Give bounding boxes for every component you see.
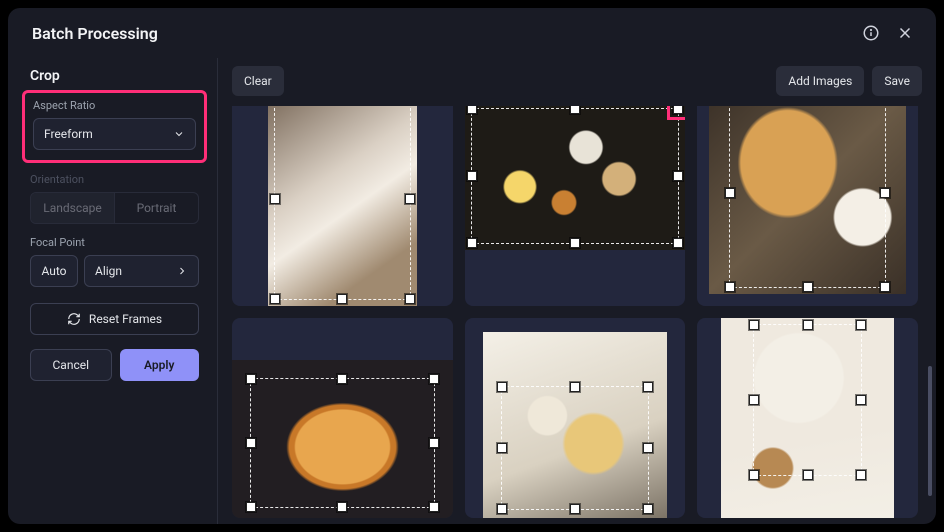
image-card[interactable] bbox=[697, 106, 918, 306]
crop-handle[interactable] bbox=[856, 395, 866, 405]
crop-frame[interactable] bbox=[471, 108, 680, 244]
focal-align-button[interactable]: Align bbox=[84, 255, 199, 287]
crop-handle[interactable] bbox=[337, 502, 347, 512]
crop-handle[interactable] bbox=[570, 106, 580, 114]
crop-handle[interactable] bbox=[467, 238, 477, 248]
main-toolbar: Clear Add Images Save bbox=[218, 58, 936, 106]
crop-handle[interactable] bbox=[673, 238, 683, 248]
orientation-landscape[interactable]: Landscape bbox=[31, 193, 115, 223]
focal-point-field: Focal Point Auto Align bbox=[30, 236, 199, 287]
crop-handle[interactable] bbox=[337, 294, 347, 304]
header-icons bbox=[860, 22, 916, 44]
aspect-ratio-highlight: Aspect Ratio Freeform bbox=[22, 90, 207, 163]
image-card[interactable] bbox=[232, 106, 453, 306]
dialog-title: Batch Processing bbox=[32, 24, 860, 43]
aspect-ratio-value: Freeform bbox=[44, 127, 93, 141]
close-icon[interactable] bbox=[894, 22, 916, 44]
focal-point-label: Focal Point bbox=[30, 236, 199, 249]
crop-frame[interactable] bbox=[501, 386, 650, 510]
crop-handle[interactable] bbox=[803, 320, 813, 330]
crop-handle[interactable] bbox=[246, 374, 256, 384]
crop-handle[interactable] bbox=[270, 194, 280, 204]
crop-handle[interactable] bbox=[429, 438, 439, 448]
crop-frame[interactable] bbox=[274, 106, 411, 300]
crop-handle[interactable] bbox=[673, 171, 683, 181]
dialog-header: Batch Processing bbox=[8, 8, 936, 58]
crop-handle[interactable] bbox=[497, 443, 507, 453]
focal-auto-button[interactable]: Auto bbox=[30, 255, 78, 287]
crop-handle[interactable] bbox=[643, 443, 653, 453]
image-grid-wrap bbox=[218, 106, 936, 524]
crop-handle[interactable] bbox=[246, 502, 256, 512]
reset-frames-label: Reset Frames bbox=[89, 312, 162, 326]
crop-handle[interactable] bbox=[570, 504, 580, 514]
crop-handle[interactable] bbox=[270, 294, 280, 304]
crop-handle[interactable] bbox=[467, 171, 477, 181]
save-button[interactable]: Save bbox=[872, 66, 922, 96]
crop-handle[interactable] bbox=[570, 382, 580, 392]
reset-frames-button[interactable]: Reset Frames bbox=[30, 303, 199, 335]
image-card[interactable] bbox=[465, 106, 686, 306]
crop-handle[interactable] bbox=[337, 374, 347, 384]
orientation-field: Orientation Landscape Portrait bbox=[30, 173, 199, 224]
aspect-ratio-label: Aspect Ratio bbox=[33, 99, 196, 112]
info-icon[interactable] bbox=[860, 22, 882, 44]
add-images-button[interactable]: Add Images bbox=[776, 66, 864, 96]
sidebar-title: Crop bbox=[30, 68, 199, 84]
crop-handle[interactable] bbox=[725, 282, 735, 292]
crop-frame[interactable] bbox=[729, 106, 886, 288]
image-card[interactable] bbox=[465, 318, 686, 518]
orientation-portrait[interactable]: Portrait bbox=[115, 193, 198, 223]
crop-handle[interactable] bbox=[497, 504, 507, 514]
orientation-label: Orientation bbox=[30, 173, 199, 186]
crop-handle[interactable] bbox=[749, 320, 759, 330]
crop-sidebar: Crop Aspect Ratio Freeform Orientation L… bbox=[8, 58, 218, 524]
crop-frame[interactable] bbox=[250, 378, 435, 508]
crop-handle[interactable] bbox=[246, 438, 256, 448]
focal-align-label: Align bbox=[95, 264, 122, 278]
crop-handle[interactable] bbox=[467, 106, 477, 114]
crop-handle[interactable] bbox=[803, 282, 813, 292]
crop-handle[interactable] bbox=[880, 188, 890, 198]
chevron-down-icon bbox=[173, 128, 185, 140]
crop-handle[interactable] bbox=[803, 470, 813, 480]
batch-processing-dialog: Batch Processing Crop Aspect Ratio Freef… bbox=[8, 8, 936, 524]
orientation-segmented: Landscape Portrait bbox=[30, 192, 199, 224]
crop-handle[interactable] bbox=[749, 395, 759, 405]
crop-handle[interactable] bbox=[405, 294, 415, 304]
sidebar-actions: Cancel Apply bbox=[30, 349, 199, 381]
crop-handle[interactable] bbox=[643, 504, 653, 514]
crop-handle[interactable] bbox=[643, 382, 653, 392]
crop-handle[interactable] bbox=[429, 502, 439, 512]
cancel-button[interactable]: Cancel bbox=[30, 349, 112, 381]
main-panel: Clear Add Images Save bbox=[218, 58, 936, 524]
aspect-ratio-select[interactable]: Freeform bbox=[33, 118, 196, 150]
crop-handle[interactable] bbox=[570, 238, 580, 248]
crop-handle[interactable] bbox=[429, 374, 439, 384]
crop-handle[interactable] bbox=[725, 188, 735, 198]
scrollbar-indicator[interactable] bbox=[928, 366, 932, 496]
dialog-body: Crop Aspect Ratio Freeform Orientation L… bbox=[8, 58, 936, 524]
refresh-icon bbox=[67, 312, 81, 326]
crop-handle[interactable] bbox=[880, 282, 890, 292]
crop-handle-highlight[interactable] bbox=[673, 106, 683, 114]
crop-handle[interactable] bbox=[749, 470, 759, 480]
crop-handle[interactable] bbox=[497, 382, 507, 392]
crop-handle[interactable] bbox=[856, 320, 866, 330]
image-grid[interactable] bbox=[232, 106, 918, 524]
image-card[interactable] bbox=[697, 318, 918, 518]
crop-handle[interactable] bbox=[405, 194, 415, 204]
clear-button[interactable]: Clear bbox=[232, 66, 284, 96]
image-card[interactable] bbox=[232, 318, 453, 518]
crop-frame[interactable] bbox=[753, 324, 862, 476]
apply-button[interactable]: Apply bbox=[120, 349, 200, 381]
crop-handle[interactable] bbox=[856, 470, 866, 480]
chevron-right-icon bbox=[176, 265, 188, 277]
